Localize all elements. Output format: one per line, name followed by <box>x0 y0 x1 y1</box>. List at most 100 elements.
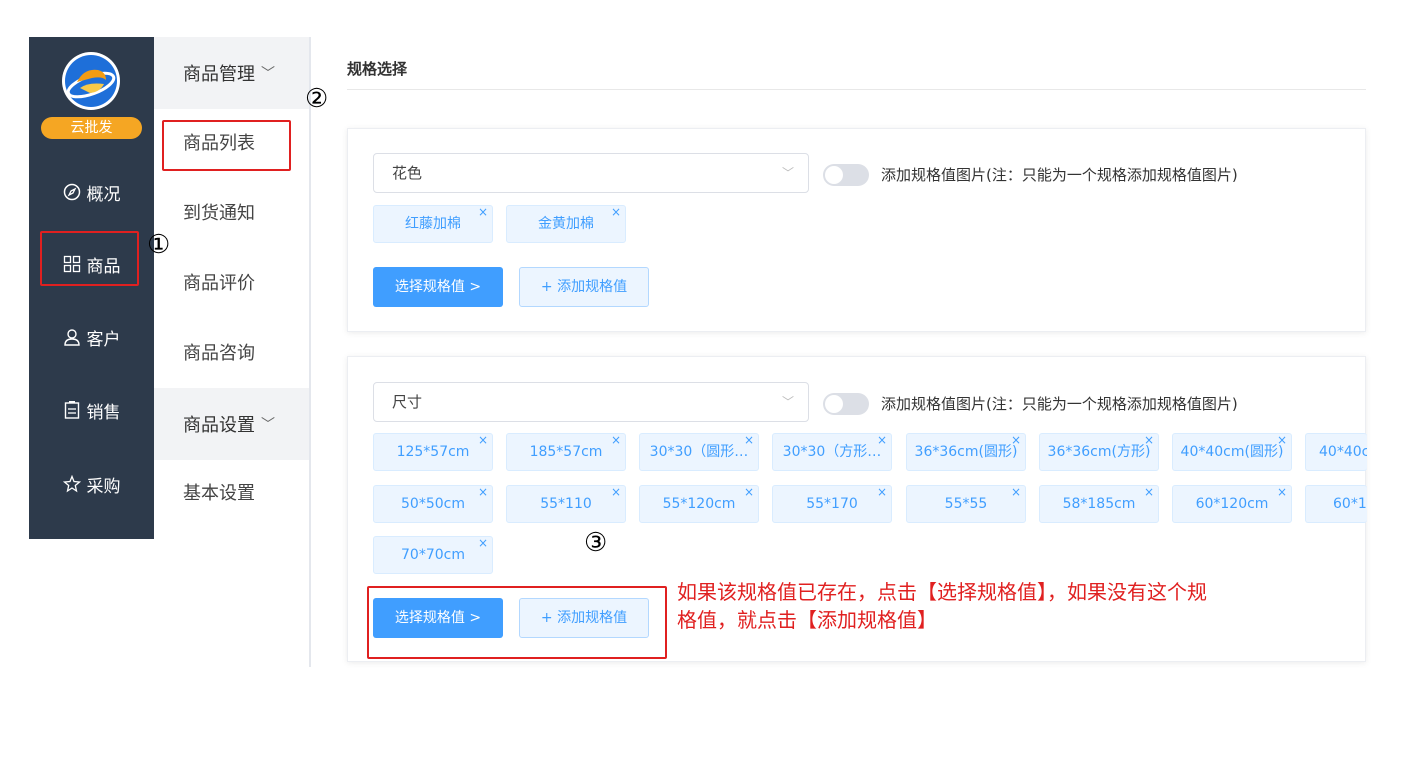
nav-item-purchase[interactable]: 采购 <box>29 464 154 504</box>
divider <box>347 89 1366 90</box>
close-icon[interactable]: × <box>877 434 887 458</box>
spec-tag[interactable]: 红藤加棉 × <box>373 205 493 243</box>
cloud-logo-icon <box>65 55 117 107</box>
spec-tag[interactable]: 60*185cm <box>1305 485 1367 523</box>
clipboard-icon <box>64 401 79 419</box>
tag-label: 55*55 <box>944 496 988 512</box>
spec-tag[interactable]: 60*120cm × <box>1172 485 1292 523</box>
submenu-item-basic-settings[interactable]: 基本设置 <box>183 479 255 509</box>
spec-tag[interactable]: 185*57cm × <box>506 433 626 471</box>
step-marker-3: ③ <box>584 528 608 558</box>
toggle-label: 添加规格值图片(注：只能为一个规格添加规格值图片) <box>881 166 1238 184</box>
tag-label: 40*40cm <box>1319 444 1367 460</box>
close-icon[interactable]: × <box>611 486 621 510</box>
close-icon[interactable]: × <box>478 434 488 458</box>
tag-label: 185*57cm <box>529 444 603 460</box>
spec-name-select[interactable]: 花色 ﹀ <box>373 153 809 193</box>
close-icon[interactable]: × <box>744 486 754 510</box>
instruction-note: 如果该规格值已存在，点击【选择规格值】，如果没有这个规 格值，就点击【添加规格值… <box>677 578 1327 634</box>
submenu-group-product-management[interactable]: 商品管理 ﹀ <box>154 37 309 109</box>
spec-card-pattern: 花色 ﹀ 添加规格值图片(注：只能为一个规格添加规格值图片) 红藤加棉 × 金黄… <box>347 128 1366 332</box>
tag-label: 36*36cm(方形) <box>1047 444 1151 460</box>
close-icon[interactable]: × <box>1277 486 1287 510</box>
close-icon[interactable]: × <box>1011 434 1021 458</box>
nav-item-overview[interactable]: 概况 <box>29 172 154 212</box>
close-icon[interactable]: × <box>478 206 488 230</box>
chevron-down-icon: ﹀ <box>261 66 275 82</box>
spec-image-toggle[interactable] <box>823 164 869 186</box>
tag-label: 36*36cm(圆形) <box>914 444 1018 460</box>
main-nav: 云批发 概况 商品 客户 销售 采购 <box>29 37 154 539</box>
tag-label: 60*120cm <box>1195 496 1269 512</box>
spec-tag[interactable]: 40*40cm(圆形) × <box>1172 433 1292 471</box>
page-title: 规格选择 <box>347 60 408 78</box>
spec-name-select[interactable]: 尺寸 ﹀ <box>373 382 809 422</box>
star-box-icon <box>62 475 81 493</box>
close-icon[interactable]: × <box>611 206 621 230</box>
spec-image-toggle[interactable] <box>823 393 869 415</box>
spec-tag[interactable]: 55*110 × <box>506 485 626 523</box>
highlight-box-buttons <box>367 586 667 659</box>
tag-label: 125*57cm <box>396 444 470 460</box>
toggle-label: 添加规格值图片(注：只能为一个规格添加规格值图片) <box>881 395 1238 413</box>
spec-tag[interactable]: 30*30（方形… × <box>772 433 892 471</box>
chevron-down-icon: ﹀ <box>781 166 794 180</box>
chevron-down-icon: ﹀ <box>261 417 275 433</box>
spec-tag[interactable]: 金黄加棉 × <box>506 205 626 243</box>
spec-tag[interactable]: 70*70cm × <box>373 536 493 574</box>
close-icon[interactable]: × <box>478 537 488 561</box>
note-line: 如果该规格值已存在，点击【选择规格值】，如果没有这个规 <box>677 580 1207 604</box>
compass-icon <box>63 183 80 201</box>
spec-tag[interactable]: 55*55 × <box>906 485 1026 523</box>
highlight-box-product-list <box>162 120 291 171</box>
spec-tag[interactable]: 36*36cm(圆形) × <box>906 433 1026 471</box>
nav-item-label: 客户 <box>86 329 121 350</box>
close-icon[interactable]: × <box>611 434 621 458</box>
tag-label: 50*50cm <box>401 496 465 512</box>
highlight-box-products <box>40 231 139 286</box>
tag-label: 金黄加棉 <box>538 216 594 232</box>
tag-label: 70*70cm <box>401 547 465 563</box>
spec-tag[interactable]: 125*57cm × <box>373 433 493 471</box>
spec-tag[interactable]: 36*36cm(方形) × <box>1039 433 1159 471</box>
close-icon[interactable]: × <box>1144 434 1154 458</box>
nav-item-label: 概况 <box>86 184 121 205</box>
tag-label: 30*30（圆形… <box>649 444 749 460</box>
spec-tag[interactable]: 50*50cm × <box>373 485 493 523</box>
spec-tag[interactable]: 30*30（圆形… × <box>639 433 759 471</box>
submenu-item-arrival-notice[interactable]: 到货通知 <box>183 199 255 229</box>
sub-menu: 商品管理 ﹀ 商品列表 到货通知 商品评价 商品咨询 商品设置 ﹀ 基本设置 <box>154 37 309 539</box>
tag-label: 60*185cm <box>1333 496 1367 512</box>
note-line: 格值，就点击【添加规格值】 <box>677 608 937 632</box>
app-logo <box>62 52 120 110</box>
select-value: 尺寸 <box>392 393 423 411</box>
spec-tag[interactable]: 55*120cm × <box>639 485 759 523</box>
tag-label: 55*110 <box>540 496 592 512</box>
spec-tag[interactable]: 40*40cm <box>1305 433 1367 471</box>
submenu-group-product-settings[interactable]: 商品设置 ﹀ <box>154 388 309 460</box>
submenu-group-label: 商品设置 <box>183 415 255 436</box>
nav-item-label: 销售 <box>86 402 121 423</box>
submenu-group-label: 商品管理 <box>183 64 255 85</box>
close-icon[interactable]: × <box>1011 486 1021 510</box>
divider <box>309 37 311 667</box>
close-icon[interactable]: × <box>478 486 488 510</box>
close-icon[interactable]: × <box>1277 434 1287 458</box>
nav-item-sales[interactable]: 销售 <box>29 390 154 430</box>
nav-item-customers[interactable]: 客户 <box>29 317 154 357</box>
chevron-down-icon: ﹀ <box>781 395 794 409</box>
tag-label: 30*30（方形… <box>782 444 882 460</box>
close-icon[interactable]: × <box>744 434 754 458</box>
spec-tag[interactable]: 58*185cm × <box>1039 485 1159 523</box>
spec-tag[interactable]: 55*170 × <box>772 485 892 523</box>
add-spec-value-button[interactable]: + 添加规格值 <box>519 267 649 307</box>
submenu-item-product-inquiries[interactable]: 商品咨询 <box>183 339 255 369</box>
tag-label: 40*40cm(圆形) <box>1180 444 1284 460</box>
close-icon[interactable]: × <box>877 486 887 510</box>
select-spec-value-button[interactable]: 选择规格值 > <box>373 267 503 307</box>
tag-label: 58*185cm <box>1062 496 1136 512</box>
submenu-item-product-reviews[interactable]: 商品评价 <box>183 269 255 299</box>
tag-label: 55*120cm <box>662 496 736 512</box>
close-icon[interactable]: × <box>1144 486 1154 510</box>
tag-label: 红藤加棉 <box>405 216 461 232</box>
